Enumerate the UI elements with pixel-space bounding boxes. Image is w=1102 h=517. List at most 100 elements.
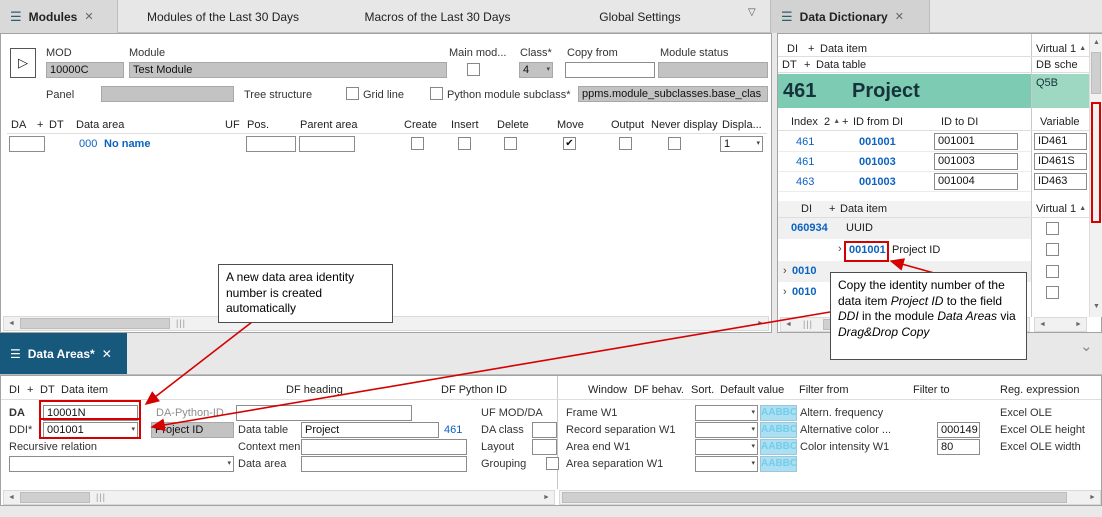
link-to-header[interactable]: ID to DI (941, 116, 978, 128)
main-mod-checkbox[interactable] (467, 63, 480, 76)
copy-from-field[interactable] (565, 62, 655, 78)
link-sort-header[interactable]: 2 ▲ (824, 116, 840, 128)
da-python-id-field[interactable] (236, 405, 412, 421)
da-left-h-scrollbar[interactable]: ◄ ||| ► (3, 490, 555, 505)
item-plus-header[interactable]: + (829, 203, 835, 215)
alternative-color-value-field[interactable]: 000149 (937, 422, 980, 438)
scrollbar-thumb[interactable] (20, 492, 90, 503)
da-class-field[interactable] (532, 422, 557, 438)
module-status-field[interactable] (658, 62, 768, 78)
col-header-uf[interactable]: UF (225, 119, 240, 131)
splitter-grip-icon[interactable]: ||| (176, 317, 186, 330)
link-row[interactable]: 461 001001 001001 (778, 132, 1031, 152)
create-checkbox[interactable] (411, 137, 424, 150)
col-header-move[interactable]: Move (557, 119, 584, 131)
scroll-left-icon[interactable]: ◄ (781, 318, 796, 331)
col-header-create[interactable]: Create (404, 119, 437, 131)
link-index-header[interactable]: Index (791, 116, 818, 128)
scroll-right-icon[interactable]: ► (753, 317, 768, 330)
layout-field[interactable] (532, 439, 557, 455)
col-header-plus[interactable]: + (37, 119, 43, 131)
scrollbar-thumb[interactable] (20, 318, 170, 329)
item-virtual-header[interactable]: Virtual 1 ▲ (1036, 203, 1086, 215)
link-row[interactable]: 463 001003 001004 (778, 172, 1031, 192)
virtual-checkbox[interactable] (1046, 265, 1059, 278)
area-separation-w1-select[interactable]: ▾ (695, 456, 758, 472)
row-parent-area-input[interactable] (299, 136, 355, 152)
tab-macros-last-30-days[interactable]: Macros of the Last 30 Days (330, 0, 545, 33)
caret-down-icon[interactable]: ▾ (546, 64, 550, 76)
frame-w1-color-field[interactable]: AABBCC (760, 405, 797, 421)
caret-down-icon[interactable]: ▾ (751, 441, 755, 453)
virtual-checkbox[interactable] (1046, 222, 1059, 235)
scroll-right-icon[interactable]: ► (539, 491, 554, 504)
python-subclass-field[interactable]: ppms.module_subclasses.base_clas (578, 86, 768, 102)
ddi-select[interactable]: 001001 ▾ (43, 422, 138, 438)
panel-field[interactable] (101, 86, 234, 102)
tab-modules[interactable]: ☰ Modules ✕ (0, 0, 118, 33)
item-data-item-header[interactable]: Data item (840, 203, 887, 215)
col-header-delete[interactable]: Delete (497, 119, 529, 131)
dd-di-header[interactable]: DI (787, 43, 798, 55)
context-menu-field[interactable] (301, 439, 467, 455)
link-to-input[interactable]: 001001 (934, 133, 1018, 150)
scrollbar-thumb[interactable] (562, 492, 1067, 503)
selected-data-table-row[interactable]: 461 Project (778, 74, 1031, 108)
link-row[interactable]: 461 001003 001003 (778, 152, 1031, 172)
col-header-insert[interactable]: Insert (451, 119, 479, 131)
item-di-header[interactable]: DI (801, 203, 812, 215)
area-end-w1-select[interactable]: ▾ (695, 439, 758, 455)
row-display-select[interactable]: 1 ▾ (720, 136, 763, 152)
move-checkbox[interactable]: ✔ (563, 137, 576, 150)
splitter-grip-icon[interactable]: ||| (803, 318, 813, 331)
module-name-field[interactable]: Test Module (129, 62, 447, 78)
col-header-output[interactable]: Output (611, 119, 644, 131)
tab-global-settings[interactable]: Global Settings (555, 0, 725, 33)
scroll-up-icon[interactable]: ▲ (1089, 36, 1102, 49)
scrollbar-thumb[interactable] (1091, 52, 1101, 94)
delete-checkbox[interactable] (504, 137, 517, 150)
color-intensity-value-field[interactable]: 80 (937, 439, 980, 455)
tab-data-dictionary[interactable]: ☰ Data Dictionary ✕ (770, 0, 930, 33)
virtual-checkbox[interactable] (1046, 286, 1059, 299)
expand-icon[interactable]: › (838, 243, 842, 255)
insert-checkbox[interactable] (458, 137, 471, 150)
tab-modules-last-30-days[interactable]: Modules of the Last 30 Days (128, 0, 318, 33)
scroll-left-icon[interactable]: ◄ (1035, 318, 1050, 331)
row-pos-input[interactable] (246, 136, 296, 152)
link-from-header[interactable]: ID from DI (853, 116, 903, 128)
scroll-right-icon[interactable]: ► (1071, 318, 1086, 331)
python-subclass-checkbox[interactable] (430, 87, 443, 100)
dd-db-schema-header[interactable]: DB sche (1036, 59, 1078, 71)
dd-virtual-header[interactable]: Virtual 1 ▲ (1036, 43, 1086, 55)
scroll-down-icon[interactable]: ▼ (1089, 300, 1102, 313)
close-icon[interactable]: ✕ (102, 347, 112, 361)
row-data-area-name[interactable]: No name (104, 138, 150, 150)
link-variable-header[interactable]: Variable (1040, 116, 1080, 128)
dd-data-table-header[interactable]: Data table (816, 59, 866, 71)
col-header-display[interactable]: Displa... (722, 119, 762, 131)
dd-v-scrollbar[interactable]: ▲ ▼ (1089, 34, 1102, 317)
expand-icon[interactable]: › (783, 286, 787, 298)
link-plus-header[interactable]: + (842, 116, 848, 128)
dd-plus-header[interactable]: + (804, 59, 810, 71)
record-separation-w1-select[interactable]: ▾ (695, 422, 758, 438)
close-icon[interactable]: ✕ (895, 10, 904, 23)
tab-data-areas[interactable]: ☰ Data Areas* ✕ (0, 333, 127, 374)
area-end-color-field[interactable]: AABBCC (760, 439, 797, 455)
caret-down-icon[interactable]: ▾ (751, 458, 755, 470)
link-variable-input[interactable]: ID463 (1034, 173, 1087, 190)
col-header-never-display[interactable]: Never display (651, 119, 718, 131)
caret-down-icon[interactable]: ▾ (751, 407, 755, 419)
dd-plus-header[interactable]: + (808, 43, 814, 55)
expand-icon[interactable]: › (783, 265, 787, 277)
never-display-checkbox[interactable] (668, 137, 681, 150)
run-module-button[interactable]: ▷ (10, 48, 36, 78)
link-variable-input[interactable]: ID461S (1034, 153, 1087, 170)
dd-dt-header[interactable]: DT (782, 59, 797, 71)
mod-field[interactable]: 10000C (46, 62, 124, 78)
caret-down-icon[interactable]: ▾ (751, 424, 755, 436)
class-select[interactable]: 4 ▾ (519, 62, 553, 78)
area-separation-color-field[interactable]: AABBCC (760, 456, 797, 472)
data-table-field[interactable]: Project (301, 422, 439, 438)
